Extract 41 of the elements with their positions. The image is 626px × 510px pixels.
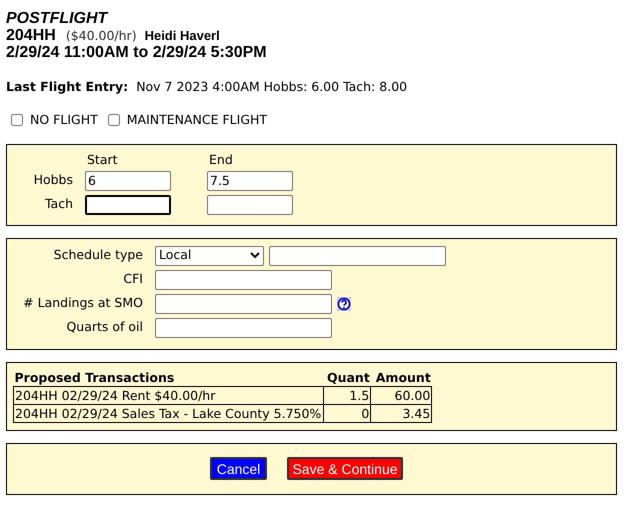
table-cell: 60.00 [370, 386, 432, 404]
input-field[interactable]: 6 [85, 170, 171, 190]
checkbox[interactable] [11, 114, 23, 126]
table-cell: 0 [324, 404, 371, 422]
field-label: # Landings at SMO [22, 294, 143, 312]
field-label: Quarts of oil [65, 318, 143, 336]
save-button[interactable]: Save & Continue [287, 457, 403, 480]
table-cell: 3.45 [370, 404, 432, 422]
last-flight-label: Last Flight Entry: [6, 78, 128, 96]
column-header: Amount [370, 368, 432, 386]
input-field[interactable] [155, 318, 332, 338]
input-field[interactable] [155, 270, 332, 290]
input-field[interactable] [85, 194, 171, 214]
chevron-down-icon [250, 252, 260, 259]
input-field[interactable] [207, 194, 293, 214]
column-header: Proposed Transactions [14, 368, 324, 386]
schedule-type-dropdown[interactable]: Local [155, 246, 264, 266]
field-label: Hobbs [32, 171, 73, 190]
checkbox-label: MAINTENANCE FLIGHT [126, 110, 268, 129]
column-label: End [208, 152, 234, 166]
input-field[interactable]: 7.5 [207, 170, 293, 190]
column-label: Start [86, 152, 119, 166]
field-label: CFI [122, 270, 143, 288]
field-label: Schedule type [52, 246, 143, 264]
pilot-name: Heidi Haverl [144, 27, 220, 44]
aircraft-id: 204HH [6, 27, 56, 44]
table-cell: 204HH 02/29/24 Sales Tax - Lake County 5.750% [14, 404, 324, 422]
help-icon[interactable] [337, 296, 351, 310]
table-cell: 204HH 02/29/24 Rent $40.00/hr [14, 386, 324, 404]
cancel-button[interactable]: Cancel [210, 457, 267, 480]
input-field[interactable] [269, 246, 446, 266]
hourly-rate: ($40.00/hr) [66, 27, 137, 44]
field-label: Tach [44, 195, 73, 214]
last-flight-value: Nov 7 2023 4:00AM Hobbs: 6.00 Tach: 8.00 [136, 78, 408, 96]
table-cell: 1.5 [324, 386, 371, 404]
checkbox-label: NO FLIGHT [30, 110, 98, 129]
column-header: Quant [324, 368, 371, 386]
page-title: POSTFLIGHT [6, 10, 110, 27]
time-range: 2/29/24 11:00AM to 2/29/24 5:30PM [6, 44, 268, 61]
checkbox[interactable] [108, 114, 120, 126]
input-field[interactable] [155, 294, 332, 314]
